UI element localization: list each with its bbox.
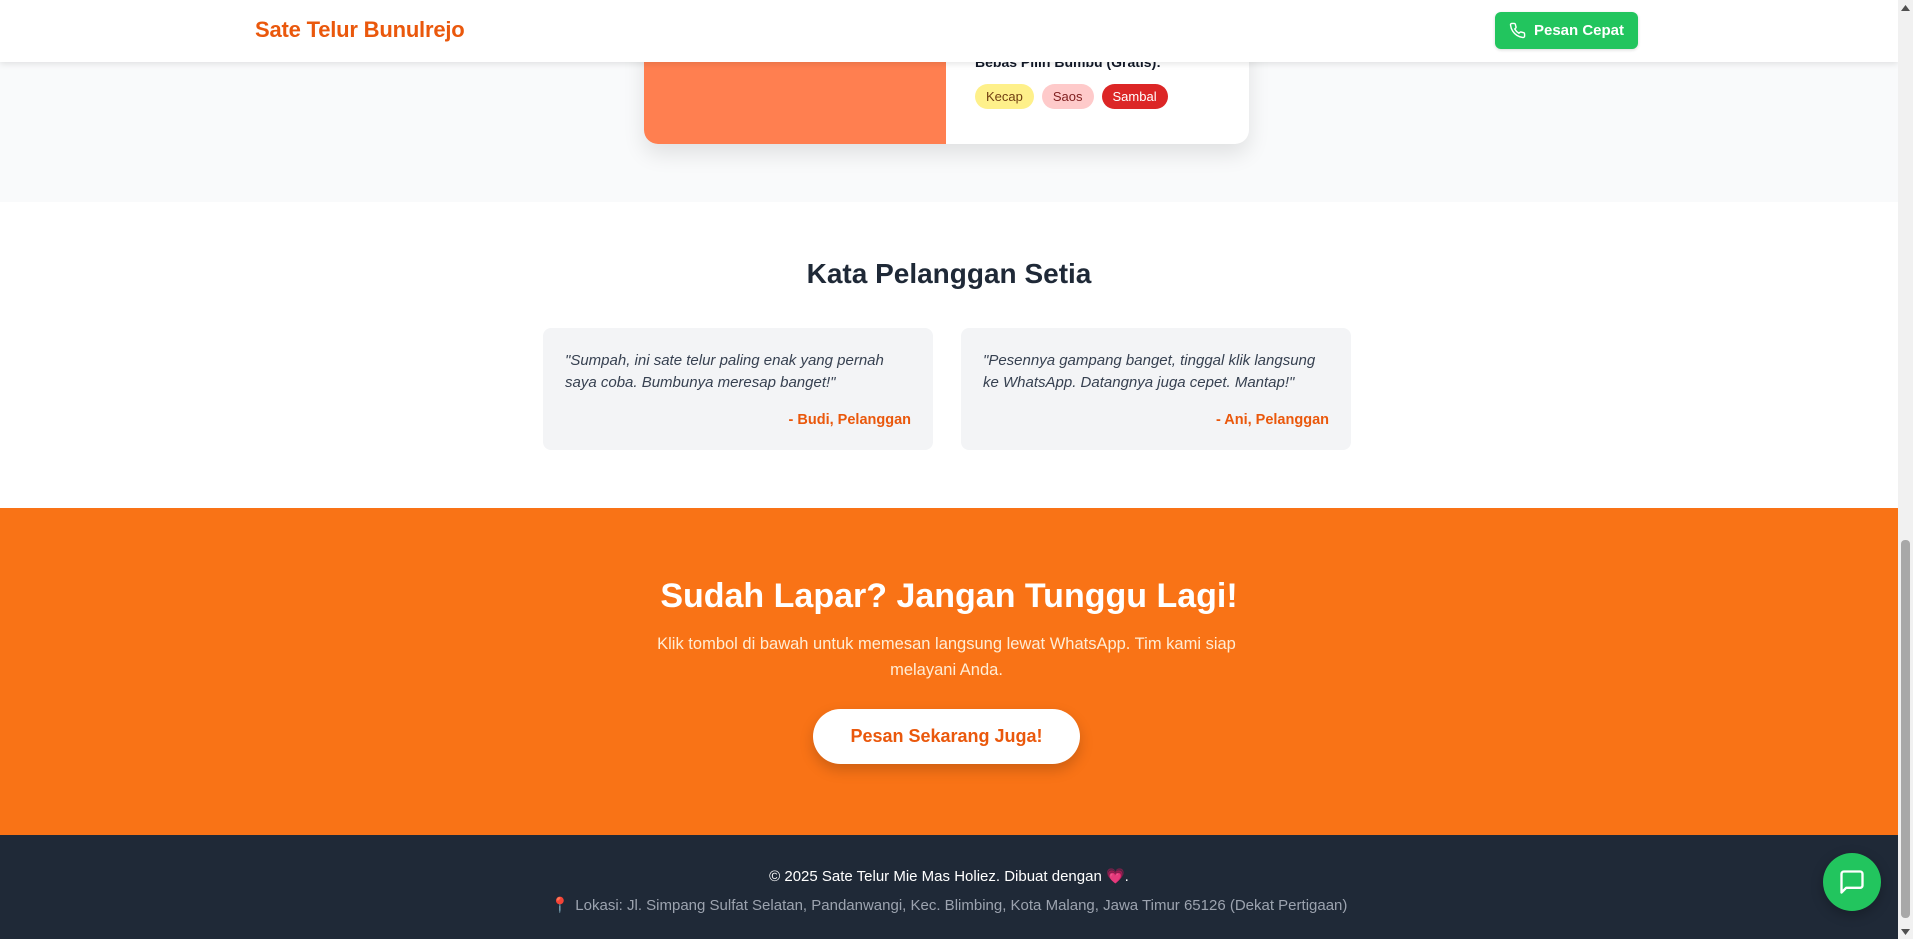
quick-order-button[interactable]: Pesan Cepat <box>1495 12 1638 49</box>
testimonial-card: "Sumpah, ini sate telur paling enak yang… <box>543 328 933 450</box>
testimonials-title: Kata Pelanggan Setia <box>806 258 1092 289</box>
chip-kecap: Kecap <box>975 84 1034 109</box>
scroll-up-arrow-icon[interactable] <box>1898 0 1913 15</box>
vertical-scrollbar[interactable] <box>1898 0 1913 939</box>
page: Bebas Pilih Bumbu (Gratis): Kecap Saos S… <box>0 0 1898 939</box>
testimonial-card: "Pesennya gampang banget, tinggal klik l… <box>961 328 1351 450</box>
testimonial-author: - Budi, Pelanggan <box>788 412 911 428</box>
cta-section: Sudah Lapar? Jangan Tunggu Lagi! Klik to… <box>0 508 1898 835</box>
phone-icon <box>1509 22 1526 39</box>
seasoning-chips: Kecap Saos Sambal <box>975 84 1168 109</box>
cta-subtitle: Klik tombol di bawah untuk memesan langs… <box>657 635 1236 679</box>
footer-location: 📍 Lokasi: Jl. Simpang Sulfat Selatan, Pan… <box>0 896 1898 914</box>
chat-bubble-icon <box>1838 868 1866 896</box>
copyright-text: © 2025 Sate Telur Mie Mas Holiez. Dibuat… <box>769 868 1102 885</box>
scrollbar-thumb[interactable] <box>1901 540 1910 918</box>
pin-icon: 📍 <box>550 897 570 914</box>
copyright-suffix: . <box>1124 868 1129 885</box>
footer-copyright: © 2025 Sate Telur Mie Mas Holiez. Dibuat… <box>0 867 1898 885</box>
heart-icon: 💗 <box>1105 868 1125 885</box>
scroll-down-arrow-icon[interactable] <box>1898 924 1913 939</box>
testimonial-quote: "Pesennya gampang banget, tinggal klik l… <box>983 352 1316 391</box>
site-footer: © 2025 Sate Telur Mie Mas Holiez. Dibuat… <box>0 835 1898 939</box>
testimonials-section: Kata Pelanggan Setia "Sumpah, ini sate t… <box>0 202 1898 508</box>
brand-logo[interactable]: Sate Telur Bunulrejo <box>255 17 465 43</box>
quick-order-label: Pesan Cepat <box>1533 22 1625 39</box>
order-now-button[interactable]: Pesan Sekarang Juga! <box>813 709 1080 764</box>
testimonial-quote: "Sumpah, ini sate telur paling enak yang… <box>565 352 884 391</box>
whatsapp-chat-button[interactable] <box>1823 853 1881 911</box>
location-text: Lokasi: Jl. Simpang Sulfat Selatan, Pand… <box>575 897 1348 914</box>
chip-saos: Saos <box>1041 84 1094 109</box>
site-header: Sate Telur Bunulrejo Pesan Cepat <box>0 0 1898 62</box>
cta-title: Sudah Lapar? Jangan Tunggu Lagi! <box>660 577 1238 615</box>
testimonial-author: - Ani, Pelanggan <box>1215 412 1329 428</box>
chip-sambal: Sambal <box>1101 84 1168 109</box>
